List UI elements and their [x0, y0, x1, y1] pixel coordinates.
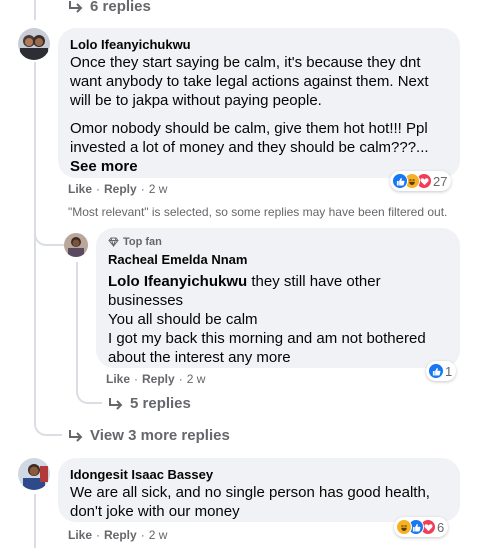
mention-link[interactable]: Lolo Ifeanyichukwu — [108, 273, 247, 290]
comment-paragraph-1: Once they start saying be calm, it's bec… — [70, 54, 429, 109]
view-more-label: View 3 more replies — [90, 427, 230, 444]
reply-arrow-icon — [109, 397, 123, 410]
five-replies-label: 5 replies — [130, 395, 191, 412]
reply-bubble-racheal: Top fan Racheal Emelda Nnam Lolo Ifeanyi… — [96, 228, 460, 368]
like-reaction-icon — [428, 363, 444, 379]
avatar-racheal[interactable] — [64, 233, 88, 257]
avatar-idongesit[interactable] — [18, 458, 50, 490]
comment-paragraph-2: Omor nobody should be calm, give them ho… — [70, 120, 429, 156]
view-more-replies-link[interactable]: View 3 more replies — [68, 427, 230, 444]
separator-dot: · — [96, 182, 101, 196]
five-replies-link[interactable]: 5 replies — [108, 395, 191, 412]
comment-actions-comment1: Like · Reply · 2 w — [68, 181, 167, 197]
like-reaction-icon — [392, 173, 408, 189]
see-more-link[interactable]: See more — [70, 157, 448, 176]
thread-line-comment2 — [34, 494, 36, 548]
comment-bubble-lolo: Lolo Ifeanyichukwu Once they start sayin… — [58, 28, 460, 178]
reaction-summary-reply1[interactable]: 1 — [426, 361, 457, 381]
reaction-summary-comment1[interactable]: 27 — [390, 171, 452, 191]
comment-timestamp[interactable]: 2 w — [149, 181, 168, 197]
separator-dot: · — [134, 372, 139, 386]
top-replies-link[interactable]: 6 replies — [68, 0, 151, 15]
reaction-count: 27 — [433, 173, 448, 189]
top-fan-badge: Top fan — [108, 235, 448, 249]
reply-text: Lolo Ifeanyichukwu they still have other… — [108, 272, 448, 367]
separator-dot: · — [140, 182, 145, 196]
comment-author[interactable]: Idongesit Isaac Bassey — [70, 466, 448, 483]
top-replies-label: 6 replies — [90, 0, 151, 15]
separator-dot: · — [178, 372, 183, 386]
reply-author[interactable]: Racheal Emelda Nnam — [108, 251, 448, 268]
reply-line-3: I got my back this morning and am not bo… — [108, 330, 426, 366]
thread-line-top — [34, 0, 36, 20]
reply-arrow-icon — [69, 429, 83, 442]
comment-text: We are all sick, and no single person ha… — [70, 484, 430, 520]
reply-arrow-icon — [69, 0, 83, 13]
top-fan-label: Top fan — [123, 236, 162, 248]
reply-actions-reply1: Like · Reply · 2 w — [106, 371, 205, 387]
separator-dot: · — [96, 528, 101, 542]
haha-reaction-icon — [396, 519, 412, 535]
reaction-count: 6 — [437, 519, 445, 535]
comment-author[interactable]: Lolo Ifeanyichukwu — [70, 36, 448, 53]
thread-curve-view-more — [34, 400, 62, 436]
like-button[interactable]: Like — [68, 181, 92, 197]
reply-timestamp[interactable]: 2 w — [187, 371, 206, 387]
reply-button[interactable]: Reply — [104, 181, 137, 197]
reply-line-1: Lolo Ifeanyichukwu they still have other… — [108, 272, 448, 310]
reply-line-2: You all should be calm — [108, 311, 258, 328]
thread-curve-5-replies — [76, 370, 102, 404]
filter-note: "Most relevant" is selected, so some rep… — [68, 205, 448, 219]
reply-button[interactable]: Reply — [104, 527, 137, 543]
avatar-lolo[interactable] — [18, 28, 50, 60]
reaction-count: 1 — [445, 363, 453, 379]
diamond-icon — [108, 237, 119, 247]
thread-curve-reply1 — [34, 210, 64, 246]
reply-button[interactable]: Reply — [142, 371, 175, 387]
comment-text: Once they start saying be calm, it's bec… — [70, 53, 448, 157]
comment-timestamp[interactable]: 2 w — [149, 527, 168, 543]
like-button[interactable]: Like — [106, 371, 130, 387]
reaction-summary-comment2[interactable]: 6 — [394, 517, 449, 537]
separator-dot: · — [140, 528, 145, 542]
like-button[interactable]: Like — [68, 527, 92, 543]
comment-actions-comment2: Like · Reply · 2 w — [68, 527, 167, 543]
comment-bubble-idongesit: Idongesit Isaac Bassey We are all sick, … — [58, 458, 460, 522]
